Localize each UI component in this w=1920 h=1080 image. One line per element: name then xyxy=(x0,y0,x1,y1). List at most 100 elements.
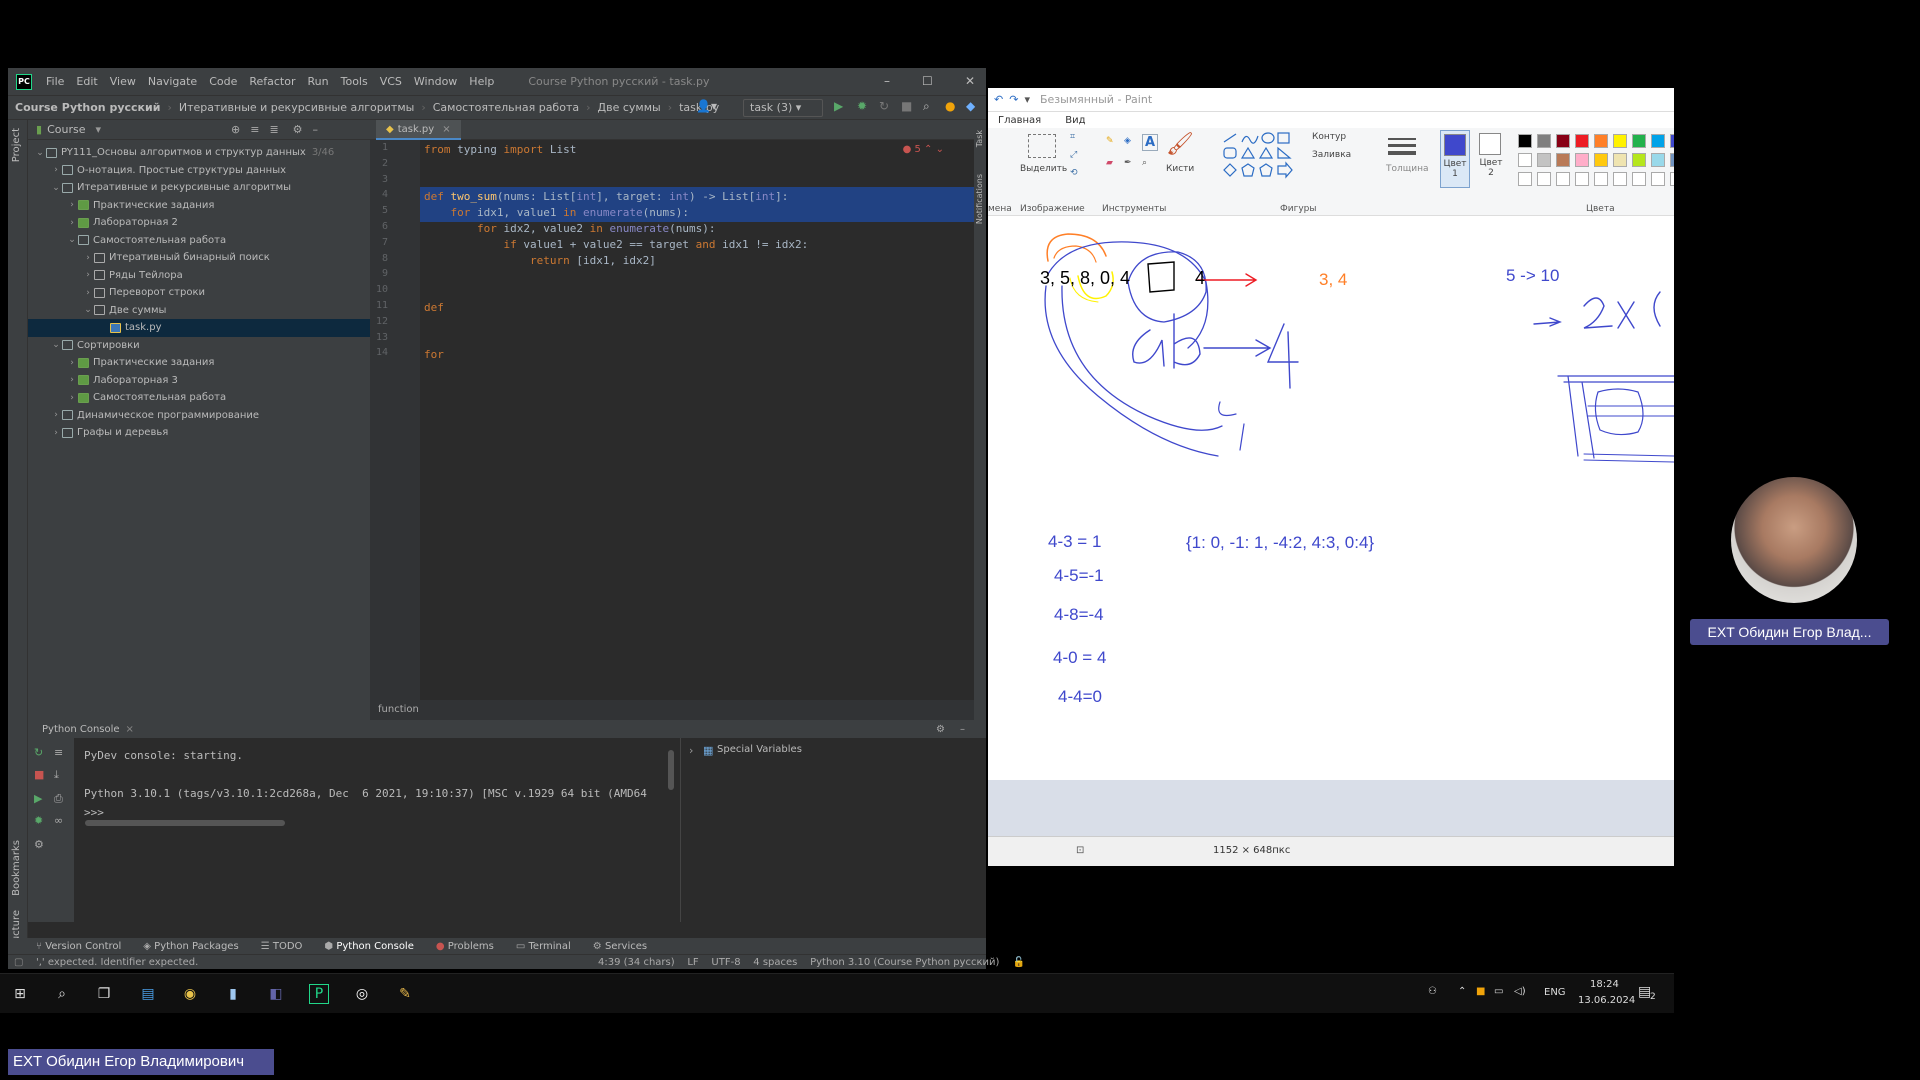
chevron-right-icon[interactable]: › xyxy=(66,375,78,385)
project-tool-tab[interactable]: Project xyxy=(11,128,22,162)
tab-view[interactable]: Вид xyxy=(1065,115,1085,126)
brushes-icon[interactable]: 🖌 xyxy=(1166,132,1194,157)
clock-date[interactable]: 13.06.2024 xyxy=(1578,995,1635,1006)
chevron-up-icon[interactable]: ⌃ xyxy=(1458,986,1466,997)
color-picker-icon[interactable]: ✒ xyxy=(1124,158,1132,168)
chevron-right-icon[interactable]: › xyxy=(50,428,62,438)
breadcrumb-task[interactable]: Две суммы xyxy=(591,101,668,114)
menu-window[interactable]: Window xyxy=(408,75,463,88)
palette-swatch[interactable] xyxy=(1537,134,1551,148)
caret-position[interactable]: 4:39 (34 chars) xyxy=(598,957,675,968)
vertical-scrollbar[interactable] xyxy=(668,750,674,790)
search-icon[interactable]: ⌕ xyxy=(923,99,930,114)
python-interpreter[interactable]: Python 3.10 (Course Python русский) xyxy=(810,957,999,968)
pencil-icon[interactable]: ✎ xyxy=(1106,136,1114,146)
breadcrumb-project[interactable]: Course Python русский xyxy=(8,101,167,114)
horizontal-scrollbar[interactable] xyxy=(85,820,285,826)
shapes-gallery[interactable] xyxy=(1222,132,1302,182)
status-toggle-icon[interactable]: ▢ xyxy=(14,955,23,970)
file-encoding[interactable]: UTF-8 xyxy=(711,957,740,968)
scroll-end-icon[interactable]: ⤓ xyxy=(54,768,59,782)
chevron-right-icon[interactable]: › xyxy=(66,393,78,403)
palette-empty-swatch[interactable] xyxy=(1651,172,1665,186)
palette-empty-swatch[interactable] xyxy=(1575,172,1589,186)
tree-item[interactable]: › Самостоятельная работа xyxy=(28,389,370,407)
user-icon[interactable]: 👤▾ xyxy=(696,99,717,113)
quick-access-chevron-icon[interactable]: ▾ xyxy=(1024,93,1030,106)
close-tab-icon[interactable]: × xyxy=(126,724,134,735)
tree-item[interactable]: ⌄ Итеративные и рекурсивные алгоритмы xyxy=(28,179,370,197)
code-area[interactable]: ● 5 ⌃ ⌄ from typing import List def two_s… xyxy=(420,140,974,700)
palette-swatch[interactable] xyxy=(1613,134,1627,148)
magnifier-icon[interactable]: ⌕ xyxy=(1142,158,1147,168)
tree-item[interactable]: ⌄ PY111_Основы алгоритмов и структур данн… xyxy=(28,144,370,162)
gear-icon[interactable]: ⚙ xyxy=(34,838,44,851)
menu-vcs[interactable]: VCS xyxy=(374,75,408,88)
chevron-down-icon[interactable]: ⌄ xyxy=(66,235,78,245)
palette-empty-swatch[interactable] xyxy=(1556,172,1570,186)
console-tab[interactable]: Python Console xyxy=(42,724,120,735)
thickness-button[interactable]: Толщина xyxy=(1386,164,1428,174)
obs-icon[interactable]: ◎ xyxy=(352,984,372,1004)
menu-code[interactable]: Code xyxy=(203,75,243,88)
menu-navigate[interactable]: Navigate xyxy=(142,75,203,88)
outline-button[interactable]: Контур xyxy=(1312,132,1346,142)
chevron-right-icon[interactable]: › xyxy=(82,253,94,263)
chevron-down-icon[interactable]: ⌄ xyxy=(50,183,62,193)
tree-item[interactable]: › Графы и деревья xyxy=(28,424,370,442)
console-output[interactable]: PyDev console: starting. Python 3.10.1 (… xyxy=(84,746,684,822)
tree-item[interactable]: › Практические задания xyxy=(28,354,370,372)
stop-icon[interactable]: ■ xyxy=(901,99,912,113)
maximize-icon[interactable]: ☐ xyxy=(922,74,933,88)
tree-item[interactable]: ⌄ Сортировки xyxy=(28,337,370,355)
chrome-icon[interactable]: ◉ xyxy=(180,984,200,1004)
locate-icon[interactable]: ⊕ xyxy=(231,123,240,136)
chevron-down-icon[interactable]: ⌄ xyxy=(50,340,62,350)
menu-help[interactable]: Help xyxy=(463,75,500,88)
tool-window-todo[interactable]: ☰ TODO xyxy=(261,941,303,952)
palette-swatch[interactable] xyxy=(1613,153,1627,167)
chevron-down-icon[interactable]: ▾ xyxy=(95,123,101,136)
fill-button[interactable]: Заливка xyxy=(1312,150,1351,160)
color2-button[interactable]: Цвет 2 xyxy=(1476,130,1506,188)
soft-wrap-icon[interactable]: ≡ xyxy=(54,746,63,759)
clock-time[interactable]: 18:24 xyxy=(1590,979,1619,990)
tree-item[interactable]: › Практические задания xyxy=(28,197,370,215)
menu-refactor[interactable]: Refactor xyxy=(243,75,301,88)
pycharm-taskbar-icon[interactable]: P xyxy=(309,984,329,1004)
chevron-right-icon[interactable]: › xyxy=(82,288,94,298)
palette-swatch[interactable] xyxy=(1518,134,1532,148)
status-message[interactable]: ',' expected. Identifier expected. xyxy=(36,955,198,970)
close-icon[interactable]: ✕ xyxy=(965,74,975,88)
run-configuration-select[interactable]: task (3) ▾ xyxy=(743,99,823,117)
tree-item[interactable]: › Итеративный бинарный поиск xyxy=(28,249,370,267)
palette-empty-swatch[interactable] xyxy=(1613,172,1627,186)
undo-icon[interactable]: ↶ xyxy=(994,93,1003,106)
menu-view[interactable]: View xyxy=(104,75,142,88)
menu-tools[interactable]: Tools xyxy=(335,75,374,88)
tool-window-terminal[interactable]: ▭ Terminal xyxy=(516,941,571,952)
palette-swatch[interactable] xyxy=(1670,153,1674,167)
redo-icon[interactable]: ↷ xyxy=(1009,93,1018,106)
resize-icon[interactable]: ⤢ xyxy=(1070,150,1077,160)
file-explorer-icon[interactable]: ▤ xyxy=(138,984,158,1004)
gear-icon[interactable]: ⚙ xyxy=(936,724,945,735)
brushes-button[interactable]: Кисти xyxy=(1166,164,1194,174)
chevron-right-icon[interactable]: › xyxy=(50,165,62,175)
volume-icon[interactable]: ◁) xyxy=(1514,986,1526,997)
bookmarks-tool-tab[interactable]: Bookmarks xyxy=(11,840,22,896)
thickness-icon[interactable] xyxy=(1388,134,1416,158)
menu-file[interactable]: File xyxy=(40,75,70,88)
palette-swatch[interactable] xyxy=(1632,153,1646,167)
project-view-select[interactable]: Course xyxy=(47,123,85,136)
collapse-all-icon[interactable]: ≣ xyxy=(269,123,278,136)
network-icon[interactable]: ▭ xyxy=(1494,986,1503,997)
palette-swatch[interactable] xyxy=(1670,134,1674,148)
palette-swatch[interactable] xyxy=(1594,153,1608,167)
chevron-down-icon[interactable]: ⌄ xyxy=(82,305,94,315)
coverage-icon[interactable]: ↻ xyxy=(879,99,889,113)
line-separator[interactable]: LF xyxy=(687,957,698,968)
minimize-icon[interactable]: – xyxy=(884,74,890,88)
debug-icon[interactable]: ✹ xyxy=(857,99,867,113)
palette-empty-swatch[interactable] xyxy=(1670,172,1674,186)
